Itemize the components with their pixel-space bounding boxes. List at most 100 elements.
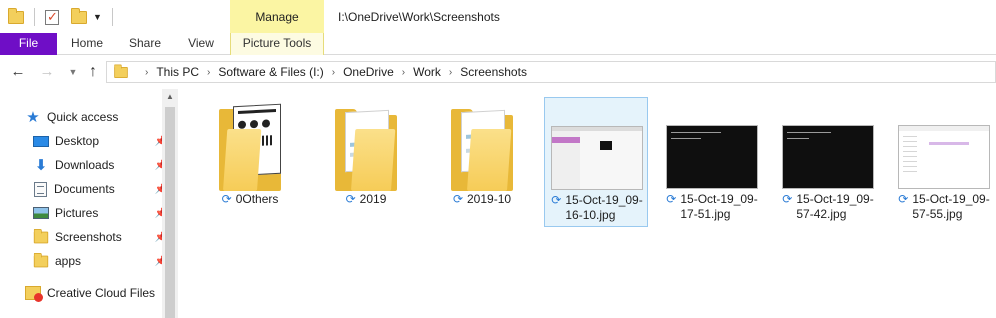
address-bar[interactable]: › This PC › Software & Files (I:) › OneD…	[106, 61, 996, 83]
folder-icon	[451, 109, 513, 191]
screenshot-preview	[666, 125, 758, 189]
folder-thumbnail	[314, 97, 418, 193]
file-tile[interactable]: ⟳ 0Others	[198, 97, 302, 227]
forward-arrow-icon[interactable]: →	[38, 63, 56, 81]
navigation-pane: ★ Quick access Desktop 📌 ⬇ Downloads 📌 D…	[0, 89, 178, 318]
breadcrumb-onedrive[interactable]: OneDrive	[343, 65, 394, 79]
nav-item-label: Desktop	[55, 134, 100, 148]
nav-item-apps[interactable]: apps 📌	[33, 251, 173, 271]
star-icon: ★	[26, 109, 40, 126]
file-caption: ⟳ 15-Oct-19_09- 57-42.jpg	[776, 192, 880, 222]
tab-home[interactable]: Home	[62, 33, 112, 55]
folder-thumbnail	[198, 97, 302, 193]
screenshot-preview	[898, 125, 990, 189]
file-name: 15-Oct-19_09- 16-10.jpg	[565, 193, 643, 222]
file-name: 15-Oct-19_09- 17-51.jpg	[680, 192, 758, 221]
nav-item-label: Screenshots	[55, 230, 122, 244]
nav-item-documents[interactable]: Documents 📌	[33, 179, 173, 199]
nav-item-downloads[interactable]: ⬇ Downloads 📌	[33, 155, 173, 175]
customize-toolbar-dropdown-icon[interactable]: ▼	[93, 12, 102, 22]
file-list: ⟳ 0Others ⟳ 2019 ⟳ 2019-10 ⟳ 15-Oct-19_0…	[178, 89, 996, 318]
image-thumbnail	[892, 97, 996, 193]
file-tile[interactable]: ⟳ 15-Oct-19_09- 57-55.jpg	[892, 97, 996, 227]
documents-icon	[34, 181, 47, 197]
folder-icon	[33, 252, 49, 267]
folder-icon	[114, 63, 128, 78]
file-caption: ⟳ 15-Oct-19_09- 17-51.jpg	[660, 192, 764, 222]
sync-icon: ⟳	[551, 193, 562, 207]
screenshot-preview	[782, 125, 874, 189]
file-name: 15-Oct-19_09- 57-42.jpg	[796, 192, 874, 221]
nav-item-screenshots[interactable]: Screenshots 📌	[33, 227, 173, 247]
tab-picture-tools[interactable]: Picture Tools	[230, 33, 324, 55]
breadcrumb-screenshots[interactable]: Screenshots	[460, 65, 527, 79]
chevron-right-icon[interactable]: ›	[207, 67, 210, 78]
sync-icon: ⟳	[452, 192, 463, 206]
nav-item-label: Quick access	[47, 110, 119, 124]
breadcrumb-drive[interactable]: Software & Files (I:)	[218, 65, 323, 79]
folder-thumbnail	[430, 97, 534, 193]
file-tile[interactable]: ⟳ 2019	[314, 97, 418, 227]
nav-item-label: Pictures	[55, 206, 99, 220]
file-tile[interactable]: ⟳ 15-Oct-19_09- 17-51.jpg	[660, 97, 764, 227]
download-arrow-icon: ⬇	[34, 157, 48, 174]
nav-item-label: Documents	[54, 182, 115, 196]
up-arrow-icon[interactable]: ↑	[84, 63, 102, 81]
nav-item-creative-cloud[interactable]: Creative Cloud Files	[25, 283, 175, 303]
breadcrumb-work[interactable]: Work	[413, 65, 441, 79]
tab-file[interactable]: File	[0, 33, 57, 55]
tab-view[interactable]: View	[181, 33, 221, 55]
toolbar-divider	[34, 8, 35, 26]
folder-icon	[335, 109, 397, 191]
nav-quick-access[interactable]: ★ Quick access	[25, 107, 165, 127]
file-tile[interactable]: ⟳ 2019-10	[430, 97, 534, 227]
nav-item-label: apps	[55, 254, 82, 268]
breadcrumb-this-pc[interactable]: This PC	[156, 65, 199, 79]
pictures-icon	[33, 207, 49, 219]
nav-item-label: Downloads	[55, 158, 115, 172]
navigation-bar: ← → ▼ ↑ › This PC › Software & Files (I:…	[0, 55, 996, 89]
image-thumbnail	[776, 97, 880, 193]
image-thumbnail	[660, 97, 764, 193]
quick-access-toolbar: ▼	[8, 6, 117, 28]
chevron-right-icon[interactable]: ›	[402, 67, 405, 78]
file-name: 0Others	[235, 192, 279, 206]
sync-icon: ⟳	[345, 192, 356, 206]
manage-tab[interactable]: Manage	[230, 0, 324, 33]
desktop-icon	[33, 135, 49, 147]
image-thumbnail	[545, 98, 649, 194]
nav-item-pictures[interactable]: Pictures 📌	[33, 203, 173, 223]
sync-icon: ⟳	[782, 192, 793, 206]
folder-icon	[219, 103, 281, 191]
file-tile[interactable]: ⟳ 15-Oct-19_09- 57-42.jpg	[776, 97, 880, 227]
nav-item-desktop[interactable]: Desktop 📌	[33, 131, 173, 151]
creative-cloud-folder-icon	[25, 286, 43, 302]
ribbon-tabs: File Home Share View Picture Tools	[0, 33, 996, 55]
scroll-up-arrow-icon[interactable]: ▲	[162, 92, 178, 101]
file-tile-selected[interactable]: ⟳ 15-Oct-19_09- 16-10.jpg	[544, 97, 648, 227]
tab-share[interactable]: Share	[122, 33, 168, 55]
title-bar: ▼ Manage I:\OneDrive\Work\Screenshots	[0, 0, 996, 33]
file-name: 2019-10	[467, 192, 512, 206]
folder-icon	[33, 228, 49, 243]
new-folder-icon[interactable]	[71, 7, 87, 24]
navpane-scrollbar[interactable]: ▲	[162, 89, 178, 318]
window-title: I:\OneDrive\Work\Screenshots	[338, 10, 500, 24]
file-caption: ⟳ 2019-10	[430, 192, 534, 207]
chevron-right-icon[interactable]: ›	[449, 67, 452, 78]
file-name: 15-Oct-19_09- 57-55.jpg	[912, 192, 990, 221]
properties-icon[interactable]	[45, 9, 59, 25]
toolbar-divider	[111, 8, 113, 26]
scrollbar-thumb[interactable]	[165, 107, 175, 318]
file-caption: ⟳ 2019	[314, 192, 418, 207]
sync-icon: ⟳	[221, 192, 232, 206]
chevron-right-icon[interactable]: ›	[332, 67, 335, 78]
screenshot-preview	[551, 126, 643, 190]
folder-icon	[8, 7, 24, 24]
back-arrow-icon[interactable]: ←	[9, 63, 27, 81]
file-caption: ⟳ 0Others	[198, 192, 302, 207]
recent-locations-chevron-icon[interactable]: ▼	[64, 63, 82, 81]
file-caption: ⟳ 15-Oct-19_09- 16-10.jpg	[545, 193, 649, 223]
nav-item-label: Creative Cloud Files	[47, 286, 156, 300]
chevron-right-icon[interactable]: ›	[145, 67, 148, 78]
